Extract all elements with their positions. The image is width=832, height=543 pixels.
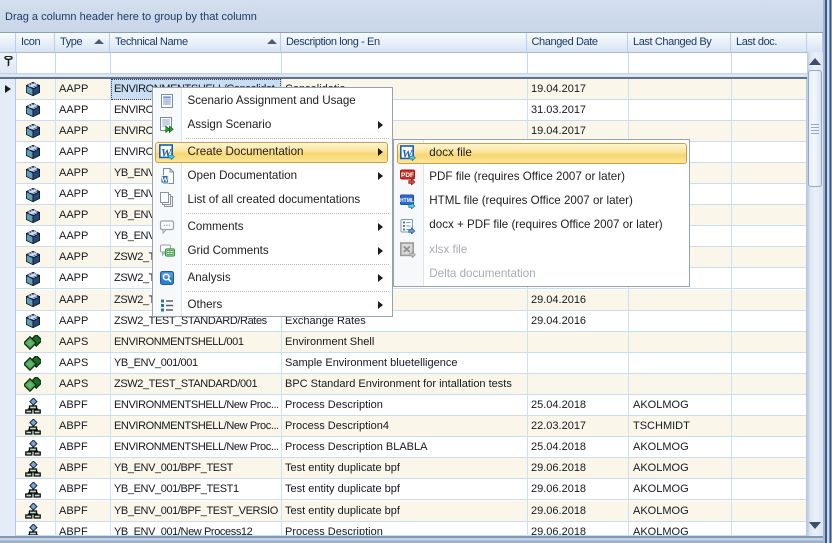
svg-text:PDF: PDF	[401, 172, 414, 179]
svg-text:W: W	[160, 175, 168, 184]
